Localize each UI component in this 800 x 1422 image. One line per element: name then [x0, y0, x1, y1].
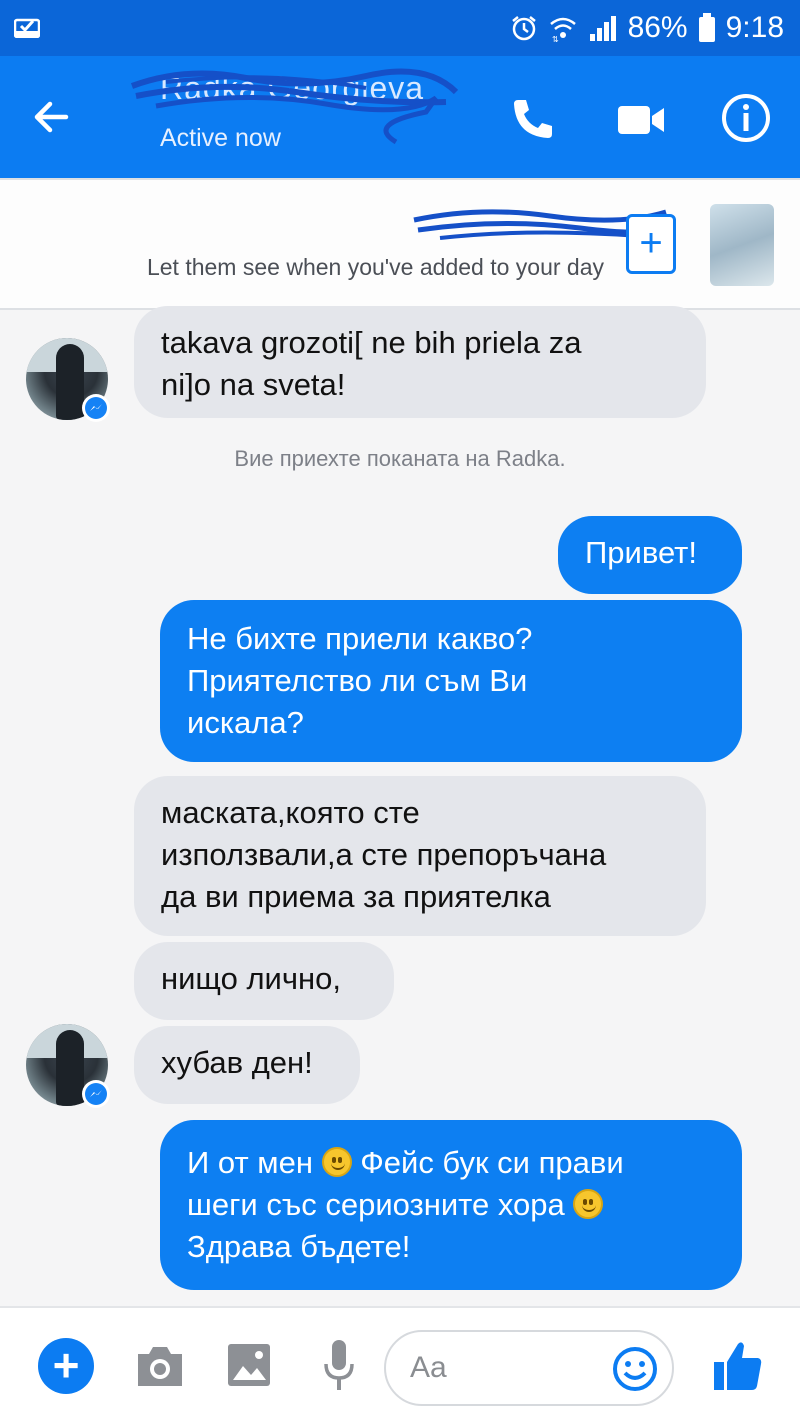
emoji-icon[interactable] — [612, 1346, 658, 1392]
story-thumbnail[interactable] — [710, 204, 774, 286]
message-line: маската,която сте — [161, 795, 420, 830]
notification-icon — [14, 18, 40, 38]
incoming-message[interactable]: маската,която сте използвали,а сте препо… — [134, 776, 706, 936]
messenger-badge — [82, 1080, 110, 1108]
message-line: хубав ден! — [161, 1045, 313, 1080]
phone-icon[interactable] — [508, 94, 558, 144]
thumbs-up-icon[interactable] — [712, 1338, 764, 1394]
message-composer: + — [0, 1306, 800, 1422]
message-line: шеги със сериозните хора — [187, 1184, 715, 1226]
alarm-icon — [510, 14, 538, 42]
status-bar: ⇅ 86% 9:18 — [0, 0, 800, 56]
svg-text:⇅: ⇅ — [552, 35, 559, 42]
system-note: Вие приехте поканата на Radka. — [234, 446, 566, 471]
battery-percent: 86% — [627, 11, 688, 44]
message-text: И от мен — [187, 1145, 313, 1180]
clock: 9:18 — [725, 11, 784, 44]
wifi-icon: ⇅ — [548, 14, 578, 42]
story-bar: Let them see when you've added to your d… — [0, 178, 800, 310]
signal-icon — [588, 14, 618, 42]
incoming-message[interactable]: хубав ден! — [134, 1026, 360, 1104]
message-line: Не бихте приели какво? — [187, 621, 533, 656]
message-line: искала? — [187, 705, 304, 740]
incoming-message[interactable]: нищо лично, — [134, 942, 394, 1020]
message-line: нищо лично, — [161, 961, 341, 996]
microphone-icon[interactable] — [322, 1338, 356, 1394]
message-text: Фейс бук си прави — [360, 1145, 624, 1180]
back-arrow-icon[interactable] — [28, 94, 74, 140]
outgoing-message[interactable]: И от мен Фейс бук си прави шеги със сери… — [160, 1120, 742, 1290]
story-prompt: Let them see when you've added to your d… — [146, 254, 604, 280]
message-line: ni]o na sveta! — [161, 367, 346, 402]
messenger-badge — [82, 394, 110, 422]
message-line: да ви приема за приятелка — [161, 879, 551, 914]
info-icon[interactable] — [720, 92, 772, 144]
active-status: Active now — [160, 124, 281, 152]
camera-icon[interactable] — [134, 1342, 186, 1390]
smiley-emoji-icon — [321, 1147, 352, 1177]
incoming-message[interactable]: takava grozoti[ ne bih priela za ni]o na… — [134, 306, 706, 418]
status-indicators: ⇅ 86% 9:18 — [510, 8, 784, 48]
battery-icon — [698, 13, 716, 43]
message-line: използвали,а сте препоръчана — [161, 837, 607, 872]
conversation-header: Radka Georgieva Active now — [0, 56, 800, 178]
outgoing-message[interactable]: Привет! — [558, 516, 742, 594]
message-line: Привет! — [585, 535, 697, 570]
message-line: И от мен Фейс бук си прави — [187, 1142, 715, 1184]
add-story-icon[interactable]: + — [626, 214, 676, 274]
message-line: Приятелство ли съм Ви — [187, 663, 528, 698]
smiley-emoji-icon — [573, 1189, 604, 1219]
message-text: шеги със сериозните хора — [187, 1187, 565, 1222]
image-icon[interactable] — [226, 1342, 272, 1388]
message-line: takava grozoti[ ne bih priela za — [161, 325, 582, 360]
video-camera-icon[interactable] — [616, 100, 666, 140]
message-line: Здрава бъдете! — [187, 1229, 411, 1264]
outgoing-message[interactable]: Не бихте приели какво? Приятелство ли съ… — [160, 600, 742, 762]
plus-icon[interactable]: + — [38, 1338, 94, 1394]
